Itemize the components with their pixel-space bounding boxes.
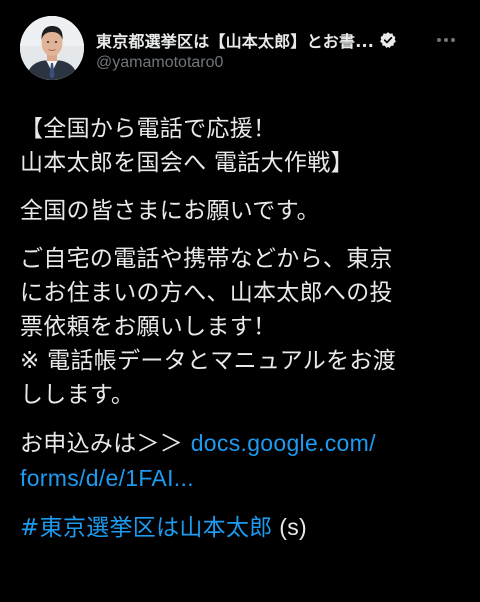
tweet-paragraph: 全国の皆さまにお願いです。: [20, 194, 460, 228]
user-handle[interactable]: @yamamototaro0: [96, 54, 223, 72]
tweet-line: 山本太郎を国会へ 電話大作戦】: [20, 150, 354, 176]
tweet-line: にお住まいの方へ、山本太郎への投: [20, 280, 393, 306]
tweet-paragraph: ご自宅の電話や携帯などから、東京 にお住まいの方へ、山本太郎への投 票依頼をお願…: [20, 242, 460, 412]
tweet-paragraph: お申込みは＞＞ docs.google.com/ forms/d/e/1FAI.…: [20, 426, 460, 496]
tweet-line: 票依頼をお願いします！: [20, 314, 277, 340]
avatar[interactable]: [20, 16, 84, 80]
hashtag-link[interactable]: #東京選挙区は山本太郎: [20, 515, 273, 541]
tweet-paragraph: #東京選挙区は山本太郎 (s): [20, 510, 460, 545]
hashtag-suffix: (s): [272, 514, 307, 540]
name-row: 東京都選挙区は【山本太郎】とお書...: [96, 28, 397, 52]
tweet-line: 【全国から電話で応援！: [20, 116, 277, 142]
apply-prefix-text: お申込みは＞＞: [20, 431, 191, 457]
tweet-line: ※ 電話帳データとマニュアルをお渡: [20, 348, 396, 374]
form-link-continued[interactable]: forms/d/e/1FAI...: [20, 465, 194, 491]
tweet-line: ご自宅の電話や携帯などから、東京: [20, 246, 393, 272]
verified-badge-icon: [379, 31, 397, 49]
display-name[interactable]: 東京都選挙区は【山本太郎】とお書...: [96, 28, 374, 52]
tweet-line: お申込みは＞＞ docs.google.com/: [20, 426, 460, 461]
form-link[interactable]: docs.google.com/: [191, 430, 376, 456]
tweet-line: 全国の皆さまにお願いです。: [20, 198, 320, 224]
tweet-text: 【全国から電話で応援！ 山本太郎を国会へ 電話大作戦】 全国の皆さまにお願いです…: [20, 112, 460, 559]
tweet-header: 東京都選挙区は【山本太郎】とお書... @yamamototaro0: [20, 16, 466, 84]
tweet-line: しします。: [20, 382, 135, 408]
more-options-icon[interactable]: [432, 28, 460, 52]
tweet-line: #東京選挙区は山本太郎 (s): [20, 510, 460, 545]
tweet-line: forms/d/e/1FAI...: [20, 461, 460, 496]
tweet-paragraph: 【全国から電話で応援！ 山本太郎を国会へ 電話大作戦】: [20, 112, 460, 180]
avatar-image: [20, 16, 84, 80]
